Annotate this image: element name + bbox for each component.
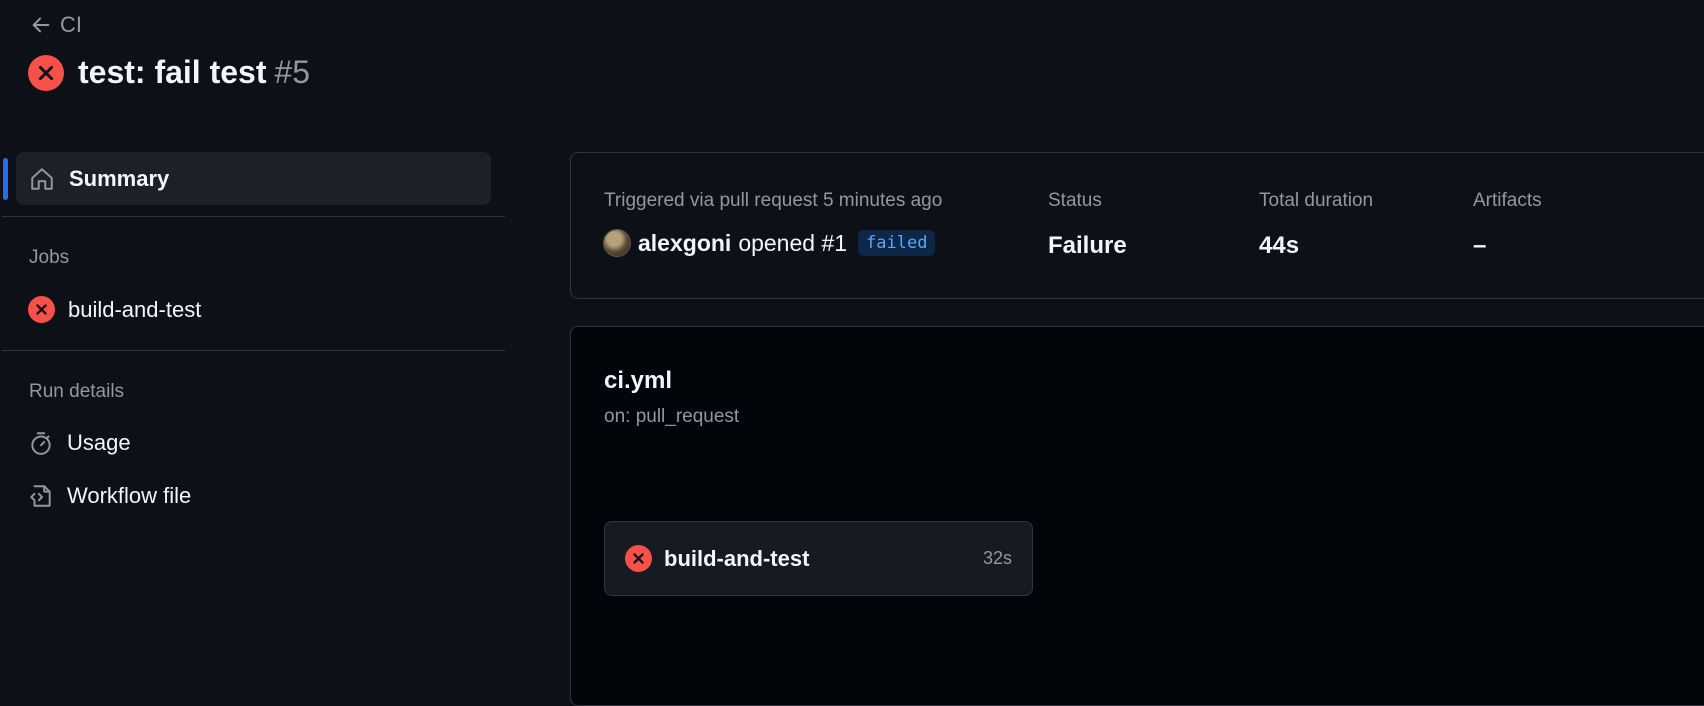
workflow-graph-card: ci.yml on: pull_request build-and-test 3… bbox=[570, 326, 1704, 706]
status-label: Status bbox=[1048, 190, 1102, 211]
duration-value: 44s bbox=[1259, 232, 1300, 259]
sidebar-item-label: build-and-test bbox=[68, 296, 202, 322]
avatar[interactable] bbox=[603, 229, 631, 257]
divider bbox=[2, 350, 505, 351]
page-title-row: test: fail test #5 bbox=[28, 54, 310, 91]
workflow-file-name: ci.yml bbox=[604, 367, 673, 394]
sidebar-item-label: Workflow file bbox=[67, 483, 192, 508]
run-summary-card: Triggered via pull request 5 minutes ago… bbox=[570, 152, 1704, 299]
divider bbox=[2, 216, 505, 217]
back-to-workflow-link[interactable]: CI bbox=[30, 12, 82, 38]
sidebar-item-build-and-test[interactable]: build-and-test bbox=[28, 296, 201, 323]
x-circle-icon bbox=[28, 54, 64, 91]
jobs-heading: Jobs bbox=[29, 247, 70, 268]
active-indicator bbox=[3, 158, 8, 200]
run-number: #5 bbox=[274, 54, 311, 90]
sidebar-item-summary[interactable]: Summary bbox=[16, 152, 491, 205]
action-text[interactable]: opened #1 bbox=[738, 230, 847, 257]
status-value: Failure bbox=[1048, 232, 1127, 259]
sidebar-item-label: Summary bbox=[69, 165, 170, 191]
job-node-build-and-test[interactable]: build-and-test 32s bbox=[604, 521, 1033, 596]
x-circle-icon bbox=[625, 545, 652, 572]
x-circle-icon bbox=[28, 296, 55, 323]
trigger-row: alexgoni opened #1 failed bbox=[603, 229, 936, 257]
run-details-heading: Run details bbox=[29, 381, 125, 402]
stopwatch-icon bbox=[31, 432, 51, 455]
status-badge: failed bbox=[858, 230, 936, 256]
arrow-left-icon bbox=[32, 17, 50, 33]
job-name: build-and-test bbox=[664, 545, 810, 571]
sidebar-item-workflow-file[interactable]: Workflow file bbox=[28, 483, 191, 509]
trigger-text: Triggered via pull request 5 minutes ago bbox=[604, 190, 943, 211]
duration-label: Total duration bbox=[1259, 190, 1374, 211]
sidebar-item-label: Usage bbox=[67, 430, 131, 455]
artifacts-value: – bbox=[1473, 232, 1487, 259]
workflow-trigger: on: pull_request bbox=[604, 406, 740, 427]
artifacts-label: Artifacts bbox=[1473, 190, 1542, 211]
file-code-icon bbox=[30, 485, 51, 507]
job-duration: 32s bbox=[982, 548, 1012, 568]
page-title: test: fail test bbox=[78, 54, 267, 90]
actor-link[interactable]: alexgoni bbox=[638, 230, 731, 257]
back-link-label: CI bbox=[60, 12, 82, 37]
sidebar-item-usage[interactable]: Usage bbox=[28, 430, 131, 456]
home-icon bbox=[31, 167, 53, 190]
